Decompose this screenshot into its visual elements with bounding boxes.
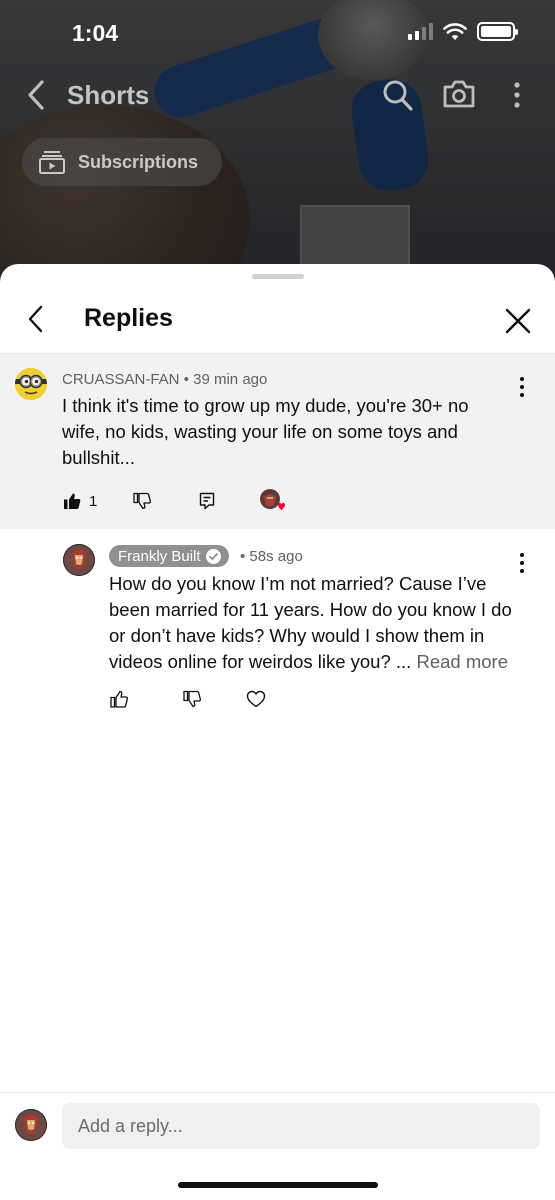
status-icons (408, 22, 518, 41)
more-vert-icon[interactable] (518, 376, 526, 398)
reply-age: 58s ago (249, 548, 303, 565)
sheet-title: Replies (84, 304, 173, 332)
read-more-link[interactable]: Read more (416, 651, 508, 672)
reply-actions (110, 690, 266, 708)
status-bar: 1:04 (0, 0, 555, 64)
reply-comment: Frankly Built • 58s ago How do you know … (0, 530, 555, 730)
home-indicator (178, 1182, 378, 1188)
dislike-button[interactable] (183, 690, 201, 708)
close-icon[interactable] (505, 308, 531, 334)
comment-actions: 1 (63, 488, 287, 514)
reply-button[interactable] (199, 492, 215, 510)
comment-author[interactable]: CRUASSAN-FAN (62, 371, 180, 388)
heart-icon (246, 690, 266, 708)
avatar[interactable] (63, 544, 95, 576)
meta-separator: • (183, 371, 194, 388)
wifi-icon (443, 22, 467, 40)
creator-avatar-heart-icon (260, 489, 286, 511)
parent-comment: CRUASSAN-FAN • 39 min ago I think it's t… (0, 353, 555, 529)
shorts-top-nav: Shorts (0, 72, 555, 118)
subscriptions-chip-label: Subscriptions (78, 151, 199, 172)
meta-separator: • (240, 548, 250, 565)
reply-icon (200, 492, 215, 510)
like-button[interactable]: 1 (63, 492, 97, 510)
avatar[interactable] (15, 368, 47, 400)
like-button[interactable] (110, 690, 128, 708)
ironman-avatar-icon (15, 1109, 47, 1141)
more-vert-icon[interactable] (512, 80, 522, 110)
camera-icon[interactable] (442, 78, 476, 110)
reply-text-block: How do you know I’m not married? Cause I… (109, 571, 529, 675)
back-chevron-icon[interactable] (24, 304, 48, 334)
sheet-header: Replies (0, 286, 555, 352)
like-count: 1 (89, 492, 98, 510)
comment-text: I think it's time to grow up my dude, yo… (62, 395, 469, 468)
minion-avatar-icon (15, 368, 47, 400)
thumbs-up-icon (64, 493, 81, 509)
creator-author-chip[interactable]: Frankly Built (109, 545, 229, 567)
avatar (15, 1109, 47, 1141)
reply-input[interactable] (62, 1103, 540, 1149)
thumbs-down-icon (133, 492, 152, 510)
status-time: 1:04 (72, 20, 119, 46)
comment-age: 39 min ago (193, 371, 268, 388)
thumbs-down-icon (183, 690, 201, 708)
replies-sheet: Replies CRUASSAN-FAN • 39 min ago I thin… (0, 264, 555, 1200)
verified-check-icon (205, 548, 221, 564)
reply-meta: • 58s ago (240, 548, 303, 565)
search-icon[interactable] (382, 78, 414, 112)
creator-heart-badge (259, 488, 287, 514)
subscriptions-chip[interactable]: Subscriptions (22, 138, 222, 186)
page-title: Shorts (67, 80, 150, 110)
battery-icon (477, 22, 518, 41)
sheet-drag-handle[interactable] (252, 274, 304, 279)
subscriptions-icon (39, 151, 65, 174)
heart-button[interactable] (246, 690, 266, 708)
reply-author: Frankly Built (118, 547, 201, 565)
dislike-button[interactable] (133, 492, 152, 510)
cellular-signal-icon (408, 23, 433, 40)
back-chevron-icon[interactable] (22, 78, 50, 112)
ironman-avatar-icon (63, 544, 95, 576)
comment-meta: CRUASSAN-FAN • 39 min ago (62, 371, 267, 388)
thumbs-up-icon (110, 690, 128, 708)
